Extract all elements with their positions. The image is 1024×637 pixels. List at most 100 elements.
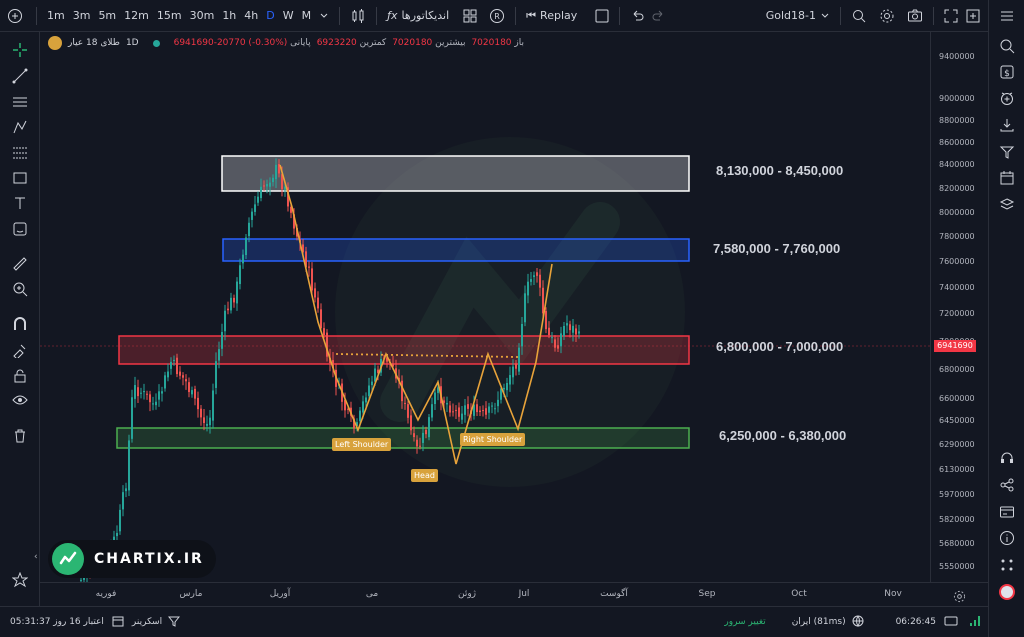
candle-body: [575, 328, 577, 335]
flag-icon[interactable]: [997, 142, 1017, 162]
candle-body: [206, 423, 208, 426]
candle-body: [560, 333, 562, 347]
pitchfork-icon[interactable]: [10, 117, 30, 137]
download-icon[interactable]: [997, 115, 1017, 135]
dollar-icon[interactable]: $: [997, 62, 1017, 82]
timeframe-M[interactable]: M: [298, 4, 316, 28]
price-tick: 8800000: [939, 116, 975, 125]
candle-body: [431, 404, 433, 418]
collapse-arrow-icon[interactable]: ‹: [34, 552, 38, 562]
eye-icon[interactable]: [10, 390, 30, 410]
candle-body: [539, 274, 541, 288]
divider: [933, 6, 934, 25]
svg-text:R: R: [494, 12, 500, 21]
avatar[interactable]: [997, 582, 1017, 602]
candle-type-icon[interactable]: [346, 4, 370, 28]
rectangle-icon[interactable]: [10, 168, 30, 188]
timeframe-5m[interactable]: 5m: [94, 4, 120, 28]
axis-settings-icon[interactable]: [953, 588, 966, 607]
snapshot-icon[interactable]: [962, 4, 984, 28]
timeframe-12m[interactable]: 12m: [120, 4, 153, 28]
fullscreen-square-icon[interactable]: [591, 4, 613, 28]
price-axis[interactable]: 9400000 9000000 8800000 8600000 8400000 82000…: [930, 32, 988, 582]
trash-icon[interactable]: [10, 426, 30, 446]
timeframe-3m[interactable]: 3m: [69, 4, 95, 28]
add-symbol-icon[interactable]: [0, 4, 30, 28]
indicators-label: اندیکاتورها: [401, 9, 450, 22]
candle-body: [152, 403, 154, 405]
templates-icon[interactable]: [459, 4, 481, 28]
candle-body: [134, 385, 136, 399]
price-tick: 8400000: [939, 160, 975, 169]
candle-body: [263, 185, 265, 187]
price-tick: 6450000: [939, 416, 975, 425]
candle-body: [452, 411, 454, 413]
fullscreen-icon[interactable]: [940, 4, 962, 28]
card-icon[interactable]: [997, 502, 1017, 522]
info-icon[interactable]: [997, 528, 1017, 548]
candle-body: [425, 429, 427, 435]
add-alarm-icon[interactable]: [997, 88, 1017, 108]
headset-icon[interactable]: [997, 448, 1017, 468]
lock-draw-icon[interactable]: [10, 340, 30, 360]
timeframe-4h[interactable]: 4h: [240, 4, 262, 28]
replay-button[interactable]: ⏮ Replay: [522, 4, 581, 28]
grid-icon[interactable]: [997, 555, 1017, 575]
candle-body: [545, 311, 547, 330]
menu-icon[interactable]: [997, 6, 1017, 26]
candle-body: [158, 391, 160, 400]
candle-body: [530, 279, 532, 282]
clock-time: 06:26:45: [895, 617, 936, 627]
legend-open: 7020180 باز: [471, 38, 525, 48]
layers-icon[interactable]: [997, 195, 1017, 215]
candle-body: [209, 417, 211, 426]
candle-body: [359, 410, 361, 422]
candle-body: [248, 222, 250, 237]
candle-body: [479, 410, 481, 413]
price-tick: 8600000: [939, 138, 975, 147]
redo-icon[interactable]: [648, 4, 670, 28]
candle-body: [551, 337, 553, 339]
timeframe-15m[interactable]: 15m: [153, 4, 186, 28]
timeframe-1h[interactable]: 1h: [218, 4, 240, 28]
share-icon[interactable]: [997, 475, 1017, 495]
lock-icon[interactable]: [10, 366, 30, 386]
calendar-icon[interactable]: [997, 168, 1017, 188]
horizontal-lines-icon[interactable]: [10, 92, 30, 112]
price-tick: 5970000: [939, 490, 975, 499]
timeframe-1m[interactable]: 1m: [43, 4, 69, 28]
theme-toggle-icon[interactable]: [944, 614, 958, 631]
change-server-button[interactable]: تغییر سرور: [724, 617, 765, 627]
chevron-down-icon[interactable]: [315, 4, 333, 28]
candle-body: [164, 375, 166, 389]
magnet-icon[interactable]: [10, 314, 30, 334]
timeframe-D[interactable]: D: [262, 4, 278, 28]
candle-body: [272, 177, 274, 183]
candle-body: [554, 339, 556, 348]
star-icon[interactable]: [10, 570, 30, 590]
screener-button[interactable]: اسکرینر: [132, 617, 162, 627]
candle-body: [512, 366, 514, 378]
price-chart[interactable]: [40, 32, 930, 582]
signal-icon: [968, 614, 982, 631]
time-axis[interactable]: فوریه مارس آوریل می ژوئن Jul آگوست Sep Oct Nov: [40, 582, 988, 606]
chart-pane[interactable]: [40, 32, 930, 582]
camera-icon[interactable]: [903, 4, 927, 28]
emoji-icon[interactable]: [10, 219, 30, 239]
text-icon[interactable]: [10, 193, 30, 213]
timeframe-30m[interactable]: 30m: [186, 4, 219, 28]
timeframe-W[interactable]: W: [279, 4, 298, 28]
symbol-selector[interactable]: Gold18-1: [762, 4, 834, 28]
fib-icon[interactable]: [10, 143, 30, 163]
indicators-button[interactable]: ƒx اندیکاتورها: [383, 4, 453, 28]
gear-icon[interactable]: [875, 4, 899, 28]
alert-icon[interactable]: R: [485, 4, 509, 28]
zoom-icon[interactable]: [10, 279, 30, 299]
search-icon[interactable]: [997, 36, 1017, 56]
search-settings-icon[interactable]: [847, 4, 871, 28]
ruler-icon[interactable]: [10, 254, 30, 274]
zone-resistance-top: [221, 155, 690, 192]
undo-icon[interactable]: [626, 4, 648, 28]
crosshair-icon[interactable]: [10, 40, 30, 60]
trendline-icon[interactable]: [10, 66, 30, 86]
